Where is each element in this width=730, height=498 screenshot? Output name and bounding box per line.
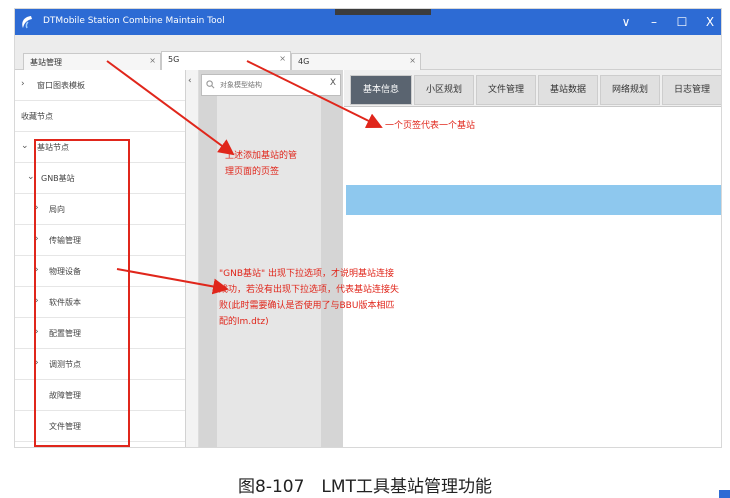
annotation-gnb-line2: 成功，若没有出现下拉选项，代表基站连接失 xyxy=(219,285,400,295)
arrow-to-gnb-note xyxy=(116,268,229,295)
annotation-gnb-line4: 配的lm.dtz) xyxy=(219,317,269,327)
annotation-arrows xyxy=(106,60,383,295)
arrow-to-tabs-note xyxy=(106,60,235,156)
annotation-doc-tab-line1: 上述添加基站的管 xyxy=(225,151,298,161)
annotation-gnb-line3: 败(此时需要确认是否使用了与BBU版本相匹 xyxy=(219,301,395,311)
figure-caption: 图8-107 LMT工具基站管理功能 xyxy=(238,477,492,497)
screenshot-frame: DTMobile Station Combine Maintain Tool ∨… xyxy=(14,8,722,448)
annotation-doc-tab-line2: 理页面的页签 xyxy=(225,167,280,177)
annotation-tab-meaning: 一个页签代表一个基站 xyxy=(385,121,476,131)
annotation-gnb-line1: "GNB基站" 出现下拉选项，才说明基站连接 xyxy=(219,269,395,279)
arrow-to-tab-meaning-note xyxy=(246,60,383,128)
corner-mark xyxy=(719,490,730,498)
